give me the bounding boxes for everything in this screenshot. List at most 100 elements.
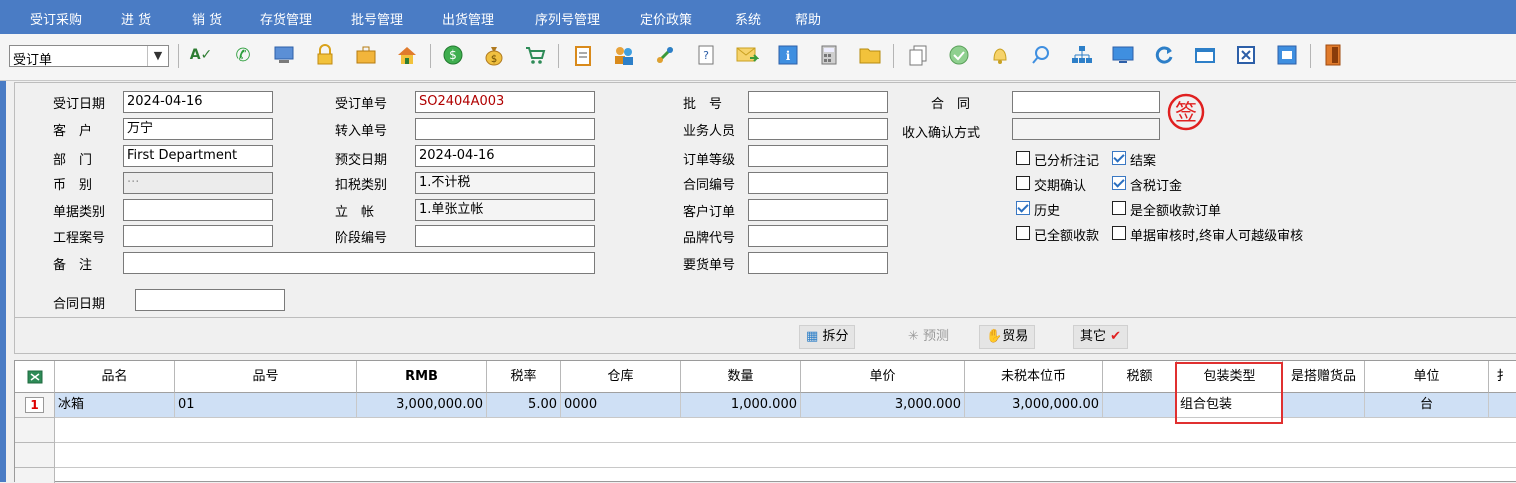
fully-paid-checkbox[interactable] <box>1016 226 1030 240</box>
project-no-field[interactable] <box>123 225 273 247</box>
menu-item-system[interactable]: 系统 <box>735 9 761 28</box>
chevron-down-icon[interactable]: ▼ <box>147 46 168 66</box>
menu-item-pricing[interactable]: 定价政策 <box>640 9 692 28</box>
cell-qty[interactable]: 1,000.000 <box>681 393 801 418</box>
home-icon[interactable] <box>394 42 420 68</box>
col-header-qty[interactable]: 数量 <box>681 361 801 393</box>
skip-level-audit-checkbox[interactable] <box>1112 226 1126 240</box>
briefcase-icon[interactable] <box>353 42 379 68</box>
department-field[interactable]: First Department <box>123 145 273 167</box>
cell-is-gift[interactable] <box>1283 393 1365 418</box>
row-number-cell[interactable] <box>15 418 55 443</box>
bell-icon[interactable] <box>987 42 1013 68</box>
spellcheck-icon[interactable]: A✓ <box>188 42 214 68</box>
col-header-rmb[interactable]: RMB <box>357 361 487 393</box>
delivery-date-field[interactable]: 2024-04-16 <box>415 145 595 167</box>
exit-door-icon[interactable] <box>1320 42 1346 68</box>
salesperson-field[interactable] <box>748 118 888 140</box>
help-doc-icon[interactable]: ? <box>693 42 719 68</box>
monitor-icon[interactable] <box>271 42 297 68</box>
col-header-truncated[interactable]: 扌 <box>1489 361 1516 393</box>
trade-button[interactable]: ✋贸易 <box>979 325 1036 349</box>
customer-field[interactable]: 万宁 <box>123 118 273 140</box>
menu-item-inventory[interactable]: 存货管理 <box>260 9 312 28</box>
row-number-cell[interactable] <box>15 443 55 468</box>
table-row-empty[interactable] <box>55 418 1516 443</box>
close-box-icon[interactable] <box>1233 42 1259 68</box>
col-header-price[interactable]: 单价 <box>801 361 965 393</box>
batch-no-field[interactable] <box>748 91 888 113</box>
export-excel-icon[interactable] <box>15 361 55 393</box>
money-bag-icon[interactable]: $ <box>481 42 507 68</box>
phone-icon[interactable]: ✆ <box>230 42 256 68</box>
menu-item-serial[interactable]: 序列号管理 <box>535 9 600 28</box>
contract-no-field[interactable] <box>748 172 888 194</box>
analyzed-mark-checkbox[interactable] <box>1016 151 1030 165</box>
cell-tax-rate[interactable]: 5.00 <box>487 393 561 418</box>
col-header-warehouse[interactable]: 仓库 <box>561 361 681 393</box>
restore-icon[interactable] <box>1274 42 1300 68</box>
order-no-field[interactable]: SO2404A003 <box>415 91 595 113</box>
cell-price[interactable]: 3,000.000 <box>801 393 965 418</box>
row-number-cell[interactable]: 1 <box>15 393 55 418</box>
cell-tax[interactable] <box>1103 393 1177 418</box>
order-date-field[interactable]: 2024-04-16 <box>123 91 273 113</box>
remark-field[interactable] <box>123 252 595 274</box>
refresh-icon[interactable] <box>1151 42 1177 68</box>
org-chart-icon[interactable] <box>1069 42 1095 68</box>
check-circle-icon[interactable] <box>946 42 972 68</box>
cart-icon[interactable] <box>522 42 548 68</box>
cell-name[interactable]: 冰箱 <box>55 393 175 418</box>
demand-no-field[interactable] <box>748 252 888 274</box>
cell-untaxed[interactable]: 3,000,000.00 <box>965 393 1103 418</box>
users-icon[interactable] <box>611 42 637 68</box>
clipboard-icon[interactable] <box>570 42 596 68</box>
info-icon[interactable]: i <box>775 42 801 68</box>
menu-item-help[interactable]: 帮助 <box>795 9 821 28</box>
col-header-tax-rate[interactable]: 税率 <box>487 361 561 393</box>
calculator-icon[interactable] <box>816 42 842 68</box>
dollar-icon[interactable]: $ <box>440 42 466 68</box>
transfer-no-field[interactable] <box>415 118 595 140</box>
table-row-empty[interactable] <box>55 443 1516 468</box>
search-icon[interactable] <box>1028 42 1054 68</box>
mail-icon[interactable] <box>734 42 760 68</box>
currency-field[interactable]: ··· <box>123 172 273 194</box>
col-header-unit[interactable]: 单位 <box>1365 361 1489 393</box>
tax-type-field[interactable]: 1.不计税 <box>415 172 595 194</box>
other-button[interactable]: 其它 ✔ <box>1073 325 1129 349</box>
col-header-code[interactable]: 品号 <box>175 361 357 393</box>
full-payment-order-checkbox[interactable] <box>1112 201 1126 215</box>
customer-order-field[interactable] <box>748 199 888 221</box>
doc-category-field[interactable] <box>123 199 273 221</box>
brand-code-field[interactable] <box>748 225 888 247</box>
cell-unit[interactable]: 台 <box>1365 393 1489 418</box>
cell-truncated[interactable] <box>1489 393 1516 418</box>
history-checkbox[interactable] <box>1016 201 1030 215</box>
contract-date-field[interactable] <box>135 289 285 311</box>
menu-item-order-purchase[interactable]: 受订采购 <box>30 9 82 28</box>
menu-item-sales[interactable]: 销 货 <box>192 9 222 28</box>
lock-icon[interactable] <box>312 42 338 68</box>
cell-warehouse[interactable]: 0000 <box>561 393 681 418</box>
row-number-cell[interactable] <box>15 468 55 483</box>
link-icon[interactable] <box>652 42 678 68</box>
cell-rmb[interactable]: 3,000,000.00 <box>357 393 487 418</box>
closed-checkbox[interactable] <box>1112 151 1126 165</box>
display-icon[interactable] <box>1110 42 1136 68</box>
copy-doc-icon[interactable] <box>905 42 931 68</box>
col-header-is-gift[interactable]: 是搭赠货品 <box>1283 361 1365 393</box>
menu-item-shipping[interactable]: 出货管理 <box>442 9 494 28</box>
split-button[interactable]: ▦ 拆分 <box>799 325 856 349</box>
menu-item-batch[interactable]: 批号管理 <box>351 9 403 28</box>
forecast-button[interactable]: ✳ 预测 <box>901 325 957 349</box>
col-header-tax[interactable]: 税额 <box>1103 361 1177 393</box>
menu-item-purchase-in[interactable]: 进 货 <box>121 9 151 28</box>
col-header-name[interactable]: 品名 <box>55 361 175 393</box>
contract-field[interactable] <box>1012 91 1160 113</box>
order-level-field[interactable] <box>748 145 888 167</box>
doc-type-select[interactable]: 受订单 ▼ <box>9 45 169 68</box>
delivery-confirm-checkbox[interactable] <box>1016 176 1030 190</box>
tax-deposit-checkbox[interactable] <box>1112 176 1126 190</box>
cell-code[interactable]: 01 <box>175 393 357 418</box>
